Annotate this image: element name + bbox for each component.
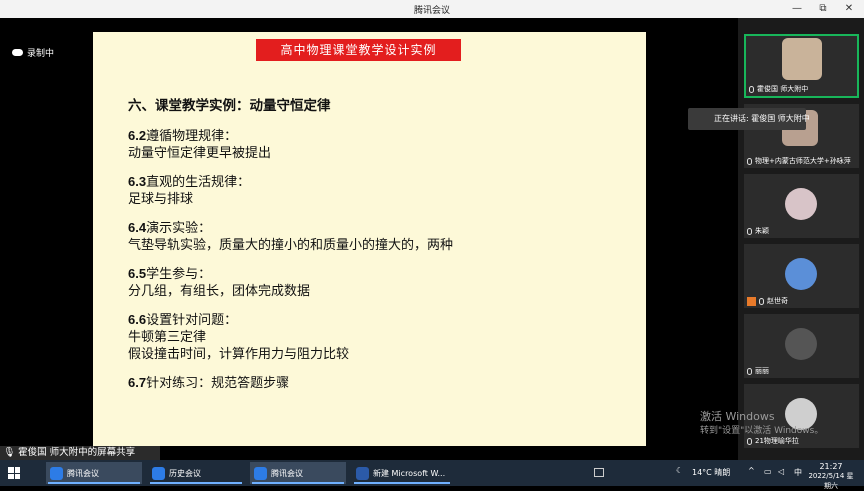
speaking-indicator: 正在讲话: 霍俊国 师大附中 [688,108,810,130]
tencent-meeting-icon [152,466,165,480]
avatar [785,258,817,290]
mic-muted-icon [747,367,752,375]
taskbar-item-word[interactable]: 新建 Microsoft W... [352,462,452,484]
mic-muted-icon [747,227,752,235]
slide-body: 六、课堂教学实例：动量守恒定律 6.2遵循物理规律： 动量守恒定律更早被提出 6… [128,94,453,403]
windows-start-icon[interactable] [8,467,20,479]
input-language[interactable]: 中 [794,467,802,478]
desktop-icon[interactable] [594,468,604,477]
clock[interactable]: 21:27 2022/5/14 星期六 [806,462,856,491]
participant-name: 赵世奇 [767,297,788,305]
section-title: 遵循物理规律： [146,129,238,144]
presentation-slide: 高中物理课堂教学设计实例 六、课堂教学实例：动量守恒定律 6.2遵循物理规律： … [93,32,646,446]
screen-share-text: 霍俊国 师大附中的屏幕共享 [18,447,136,458]
section-title: 学生参与： [146,267,212,282]
section-number: 6.6 [128,312,147,327]
section-line: 假设撞击时间，计算作用力与阻力比较 [128,347,350,362]
mic-icon: 🎙 [3,447,16,458]
section-6-5: 6.5学生参与： 分几组，有组长，团体完成数据 [128,265,453,300]
minimize-button[interactable]: — [786,1,808,17]
participant-tile[interactable]: 朱颖 [744,174,859,238]
tencent-meeting-icon [50,466,63,480]
volume-icon[interactable]: ◁ [778,467,784,476]
section-number: 6.7 [128,375,147,390]
screen-share-label: 🎙 霍俊国 师大附中的屏幕共享 [0,446,160,460]
section-title: 直观的生活规律： [146,175,251,190]
section-title: 针对练习：规范答题步骤 [146,376,290,391]
tray-expand-icon[interactable]: ^ [748,466,755,475]
participant-tile[interactable]: 赵世奇 [744,244,859,308]
weather-icon: ☾ [676,466,684,475]
speaking-text: 正在讲话: 霍俊国 师大附中 [714,114,810,123]
activation-watermark: 激活 Windows 转到"设置"以激活 Windows。 [700,410,823,438]
taskbar-label: 腾讯会议 [271,468,303,478]
network-icon[interactable]: ▭ [764,467,772,476]
section-line: 气垫导轨实验，质量大的撞小的和质量小的撞大的，两种 [128,238,454,253]
watermark-subtitle: 转到"设置"以激活 Windows。 [700,426,824,436]
section-number: 6.5 [128,266,147,281]
participant-tile[interactable]: 霍俊国 师大附中 [744,34,859,98]
section-line: 动量守恒定律更早被提出 [128,146,272,161]
taskbar-item-tencent-meeting-2[interactable]: 腾讯会议 [250,462,346,484]
slide-heading: 六、课堂教学实例：动量守恒定律 [128,98,331,114]
taskbar-label: 腾讯会议 [67,468,99,478]
participant-name: 物理+内蒙古师范大学+孙咏萍 [755,157,851,165]
section-6-3: 6.3直观的生活规律： 足球与排球 [128,173,453,208]
participant-name: 霍俊国 师大附中 [757,85,809,93]
taskbar-label: 历史会议 [169,468,201,478]
user-icon [747,296,756,306]
close-button[interactable]: ✕ [838,1,860,17]
section-line: 牛顿第三定律 [128,330,207,345]
avatar [785,188,817,220]
section-title: 设置针对问题： [146,313,238,328]
section-6-6: 6.6设置针对问题： 牛顿第三定律 假设撞击时间，计算作用力与阻力比较 [128,311,453,363]
participant-tile[interactable]: 丽丽 [744,314,859,378]
section-number: 6.3 [128,174,147,189]
clock-time: 21:27 [819,462,843,471]
section-line: 足球与排球 [128,192,194,207]
section-6-2: 6.2遵循物理规律： 动量守恒定律更早被提出 [128,127,453,162]
recording-label: 录制中 [27,49,55,59]
maximize-button[interactable]: ⧉ [812,1,834,17]
weather-text[interactable]: 14°C 晴朗 [692,467,730,478]
watermark-title: 激活 Windows [700,410,775,423]
participant-panel[interactable]: 霍俊国 师大附中 物理+内蒙古师范大学+孙咏萍 朱颖 赵世奇 丽丽 21物理喻华… [738,18,864,460]
section-title: 演示实验： [146,221,212,236]
mic-muted-icon [747,437,752,445]
participant-name: 朱颖 [755,227,769,235]
word-icon [356,466,369,480]
taskbar-item-history[interactable]: 历史会议 [148,462,244,484]
mic-muted-icon [759,297,764,305]
participant-name: 丽丽 [755,367,769,375]
shared-screen-area: 录制中 高中物理课堂教学设计实例 六、课堂教学实例：动量守恒定律 6.2遵循物理… [0,18,738,446]
taskbar: 腾讯会议 历史会议 腾讯会议 新建 Microsoft W... ☾ 14°C … [0,460,864,490]
taskbar-item-tencent-meeting[interactable]: 腾讯会议 [46,462,142,484]
mic-muted-icon [747,157,752,165]
section-number: 6.4 [128,220,147,235]
avatar [785,328,817,360]
avatar [782,38,822,80]
section-6-7: 6.7针对练习：规范答题步骤 [128,374,453,392]
tencent-meeting-icon [254,466,267,480]
taskbar-label: 新建 Microsoft W... [373,468,446,478]
window-title: 腾讯会议 [413,6,450,16]
mic-icon [749,85,754,93]
recording-indicator: 录制中 [12,46,54,59]
slide-title: 高中物理课堂教学设计实例 [256,39,461,61]
section-6-4: 6.4演示实验： 气垫导轨实验，质量大的撞小的和质量小的撞大的，两种 [128,219,453,254]
clock-date: 2022/5/14 星期六 [808,472,854,490]
section-number: 6.2 [128,128,147,143]
cloud-icon [12,49,23,56]
section-line: 分几组，有组长，团体完成数据 [128,284,311,299]
window-titlebar: 腾讯会议 — ⧉ ✕ [0,0,864,18]
